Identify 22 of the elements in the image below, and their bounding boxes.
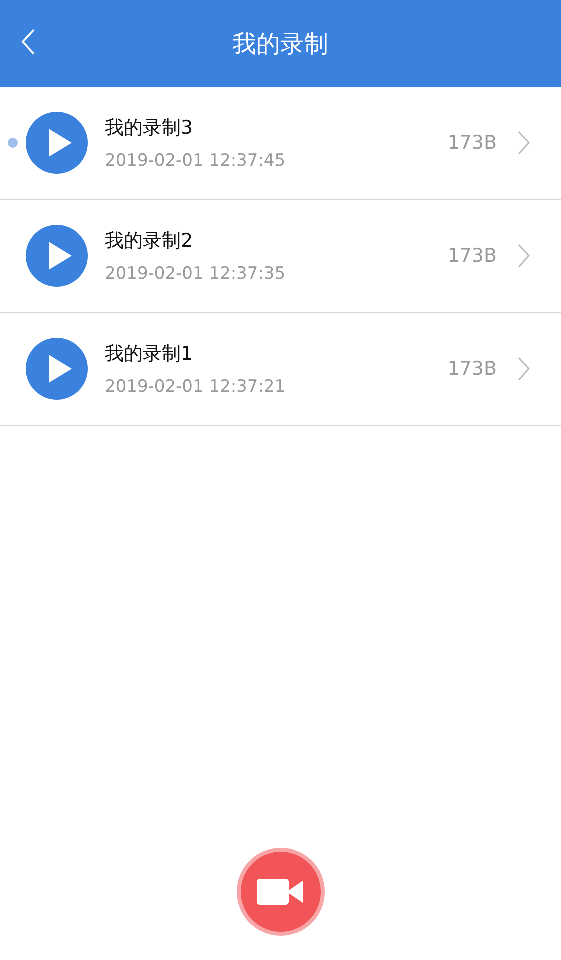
- file-size: 173B: [448, 358, 497, 380]
- back-button[interactable]: [20, 28, 36, 56]
- recording-time: 2019-02-01 12:37:45: [105, 151, 287, 171]
- chevron-icon: [517, 130, 531, 156]
- back-icon: [20, 28, 36, 56]
- recording-item[interactable]: 我的录制3 2019-02-01 12:37:45 173B: [0, 87, 561, 200]
- chevron-icon: [517, 356, 531, 382]
- recording-name: 我的录制2: [105, 229, 194, 254]
- video-camera-icon: [256, 877, 304, 907]
- recording-item[interactable]: 我的录制2 2019-02-01 12:37:35 173B: [0, 200, 561, 313]
- recording-time: 2019-02-01 12:37:21: [105, 377, 287, 397]
- chevron-icon: [517, 243, 531, 269]
- recording-name: 我的录制3: [105, 116, 194, 141]
- page-title: 我的录制: [232, 28, 328, 60]
- recording-name: 我的录制1: [105, 342, 194, 367]
- play-icon[interactable]: [26, 225, 88, 287]
- play-icon[interactable]: [26, 338, 88, 400]
- recording-item[interactable]: 我的录制1 2019-02-01 12:37:21 173B: [0, 313, 561, 426]
- file-size: 173B: [448, 245, 497, 267]
- play-icon[interactable]: [26, 112, 88, 174]
- file-size: 173B: [448, 132, 497, 154]
- recording-time: 2019-02-01 12:37:35: [105, 264, 287, 284]
